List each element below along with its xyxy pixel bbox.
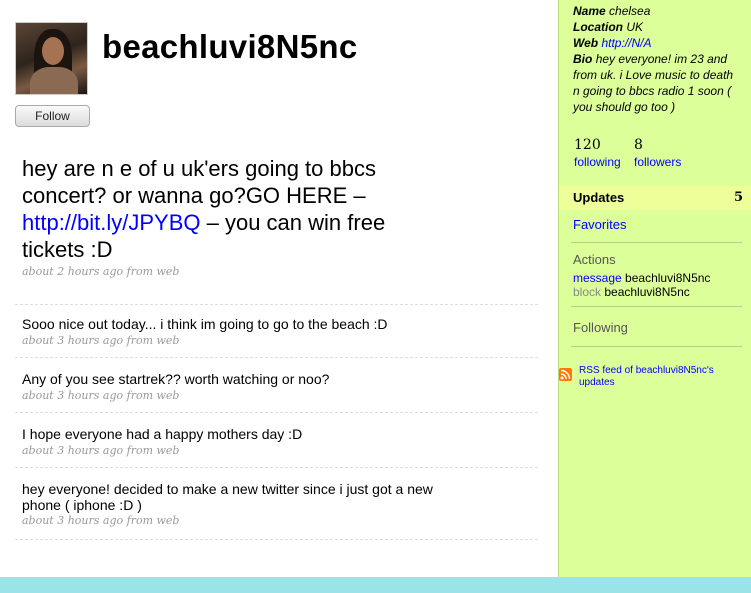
rss-link[interactable]: RSS feed of beachluvi8N5nc's updates (579, 365, 739, 389)
block-link[interactable]: block (573, 285, 601, 299)
tweet-meta[interactable]: about 3 hours ago from web (22, 389, 179, 402)
block-target: beachluvi8N5nc (604, 285, 690, 299)
divider (15, 467, 538, 468)
updates-label[interactable]: Updates (573, 190, 624, 205)
divider (571, 306, 742, 307)
profile-info: Name chelsea Location UK Web http://N/A … (573, 3, 743, 115)
divider (15, 304, 538, 305)
updates-count: 5 (734, 190, 744, 205)
location-label: Location (573, 20, 623, 34)
web-link[interactable]: http://N/A (601, 36, 651, 50)
location-value: UK (626, 20, 644, 34)
divider (571, 346, 742, 347)
featured-tweet: hey are n e of u uk'ers going to bbcs co… (22, 155, 432, 263)
following-stat[interactable]: 120 following (574, 137, 621, 169)
tweet-meta[interactable]: about 3 hours ago from web (22, 514, 179, 527)
tweet-text: Any of you see startrek?? worth watching… (22, 371, 330, 387)
divider (15, 357, 538, 358)
following-heading: Following (573, 320, 628, 335)
message-target: beachluvi8N5nc (625, 271, 711, 285)
divider (15, 539, 538, 540)
name-label: Name (573, 4, 606, 18)
message-link[interactable]: message (573, 271, 622, 285)
tweet-meta[interactable]: about 3 hours ago from web (22, 334, 179, 347)
featured-meta[interactable]: about 2 hours ago from web (22, 265, 179, 278)
tweet-text: hey everyone! decided to make a new twit… (22, 481, 433, 513)
divider (571, 242, 742, 243)
bio-label: Bio (573, 52, 593, 66)
followers-stat[interactable]: 8 followers (634, 137, 681, 169)
featured-link[interactable]: http://bit.ly/JPYBQ (22, 210, 201, 235)
followers-label: followers (634, 155, 682, 169)
avatar[interactable] (15, 22, 88, 95)
featured-text-before: hey are n e of u uk'ers going to bbcs co… (22, 156, 376, 208)
page-title: beachluvi8N5nc (102, 28, 358, 65)
followers-count: 8 (634, 137, 643, 153)
actions-heading: Actions (573, 252, 616, 267)
block-action[interactable]: block beachluvi8N5nc (573, 285, 690, 299)
following-count: 120 (574, 137, 601, 153)
message-action[interactable]: message beachluvi8N5nc (573, 271, 710, 285)
following-label: following (574, 155, 621, 169)
tweet-text: I hope everyone had a happy mothers day … (22, 426, 303, 442)
favorites-link[interactable]: Favorites (573, 217, 626, 232)
follow-button[interactable]: Follow (15, 105, 90, 127)
web-label: Web (573, 36, 599, 50)
bio-value: hey everyone! im 23 and from uk. i Love … (573, 52, 734, 114)
rss-icon[interactable] (559, 368, 572, 381)
tweet-text: Sooo nice out today... i think im going … (22, 316, 388, 332)
name-value: chelsea (609, 4, 651, 18)
tweet-meta[interactable]: about 3 hours ago from web (22, 444, 179, 457)
divider (15, 412, 538, 413)
